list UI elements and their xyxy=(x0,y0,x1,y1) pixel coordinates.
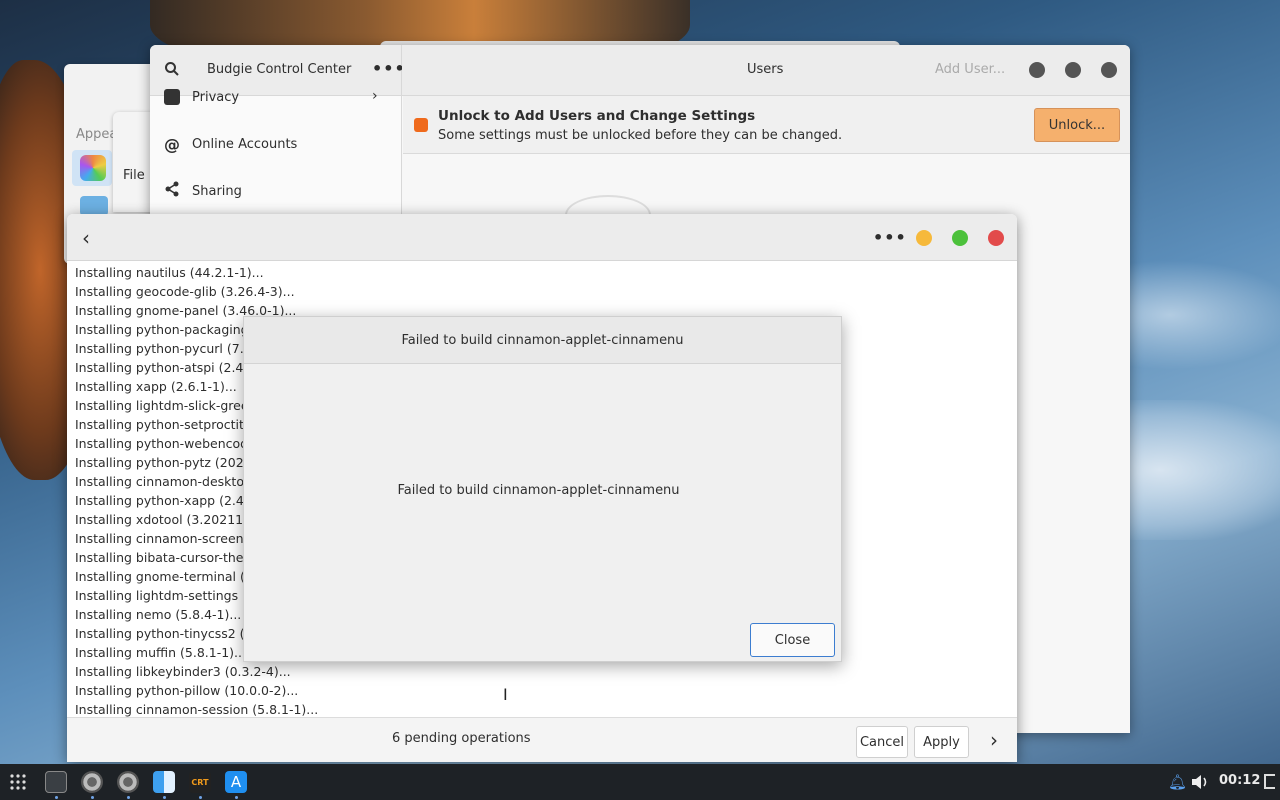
running-indicator xyxy=(127,796,130,799)
sidebar-item-label: Privacy xyxy=(192,89,240,105)
privacy-icon xyxy=(164,89,180,105)
minimize-button[interactable] xyxy=(916,230,932,246)
unlock-button[interactable]: Unlock... xyxy=(1034,108,1120,142)
content-header: Users Add User... xyxy=(402,45,1130,96)
running-indicator xyxy=(235,796,238,799)
sidebar-item-label: Sharing xyxy=(192,183,242,199)
banner-title: Unlock to Add Users and Change Settings xyxy=(438,108,756,124)
share-icon xyxy=(164,181,180,201)
dialog-message: Failed to build cinnamon-applet-cinnamen… xyxy=(397,483,680,498)
banner-subtitle: Some settings must be unlocked before th… xyxy=(438,128,843,143)
crt-icon[interactable]: CRT xyxy=(189,771,211,793)
running-indicator xyxy=(91,796,94,799)
app-store-icon[interactable]: A xyxy=(225,771,247,793)
minimize-button[interactable] xyxy=(1029,62,1045,78)
folder-icon xyxy=(80,196,108,216)
settings-icon[interactable] xyxy=(81,771,103,793)
add-user-button[interactable]: Add User... xyxy=(935,62,1005,77)
volume-icon[interactable] xyxy=(1190,772,1210,796)
log-line: Installing libkeybinder3 (0.3.2-4)... xyxy=(75,664,291,679)
menu-icon[interactable]: ••• xyxy=(873,228,907,247)
file-menu[interactable]: File xyxy=(123,168,145,183)
close-button[interactable]: Close xyxy=(750,623,835,657)
clock: 00:12 xyxy=(1219,773,1261,788)
running-indicator xyxy=(199,796,202,799)
log-line: Installing geocode-glib (3.26.4-3)... xyxy=(75,284,295,299)
apply-button[interactable]: Apply xyxy=(914,726,969,758)
sidebar-item-label: Online Accounts xyxy=(192,136,298,152)
installer-header: ‹ ••• xyxy=(67,214,1017,261)
log-line: Installing python-pillow (10.0.0-2)... xyxy=(75,683,299,698)
close-button[interactable] xyxy=(988,230,1004,246)
unlock-banner: Unlock to Add Users and Change Settings … xyxy=(403,96,1130,154)
maximize-button[interactable] xyxy=(1065,62,1081,78)
error-dialog: Failed to build cinnamon-applet-cinnamen… xyxy=(243,316,842,662)
close-button[interactable] xyxy=(1101,62,1117,78)
dialog-title: Failed to build cinnamon-applet-cinnamen… xyxy=(244,317,841,364)
warning-icon xyxy=(414,118,428,132)
log-line: Installing nautilus (44.2.1-1)... xyxy=(75,265,264,280)
chevron-right-icon: › xyxy=(372,88,378,104)
page-title: Users xyxy=(747,62,784,77)
finder-icon[interactable] xyxy=(153,771,175,793)
running-indicator xyxy=(163,796,166,799)
logout-icon[interactable] xyxy=(1264,774,1275,789)
cancel-button[interactable]: Cancel xyxy=(856,726,908,758)
sidebar-item-sharing[interactable]: Sharing xyxy=(150,168,402,214)
app-tile[interactable] xyxy=(72,150,112,186)
settings-icon[interactable] xyxy=(117,771,139,793)
sidebar-item-privacy[interactable]: Privacy › xyxy=(150,74,402,120)
app-grid-icon[interactable] xyxy=(9,773,27,791)
colors-icon xyxy=(80,155,106,181)
terminal-icon[interactable] xyxy=(45,771,67,793)
installer-footer: 6 pending operations Cancel Apply › xyxy=(67,717,1017,762)
taskbar: CRT A 🔔︎ 00:12 xyxy=(0,764,1280,800)
sidebar-item-online-accounts[interactable]: @ Online Accounts xyxy=(150,121,402,167)
at-icon: @ xyxy=(164,134,180,154)
back-icon[interactable]: ‹ xyxy=(82,226,90,250)
maximize-button[interactable] xyxy=(952,230,968,246)
notification-bell-icon[interactable]: 🔔︎ xyxy=(1168,773,1187,791)
running-indicator xyxy=(55,796,58,799)
chevron-right-icon[interactable]: › xyxy=(990,728,998,752)
pending-operations: 6 pending operations xyxy=(392,731,531,746)
text-cursor-icon: I xyxy=(503,685,508,704)
